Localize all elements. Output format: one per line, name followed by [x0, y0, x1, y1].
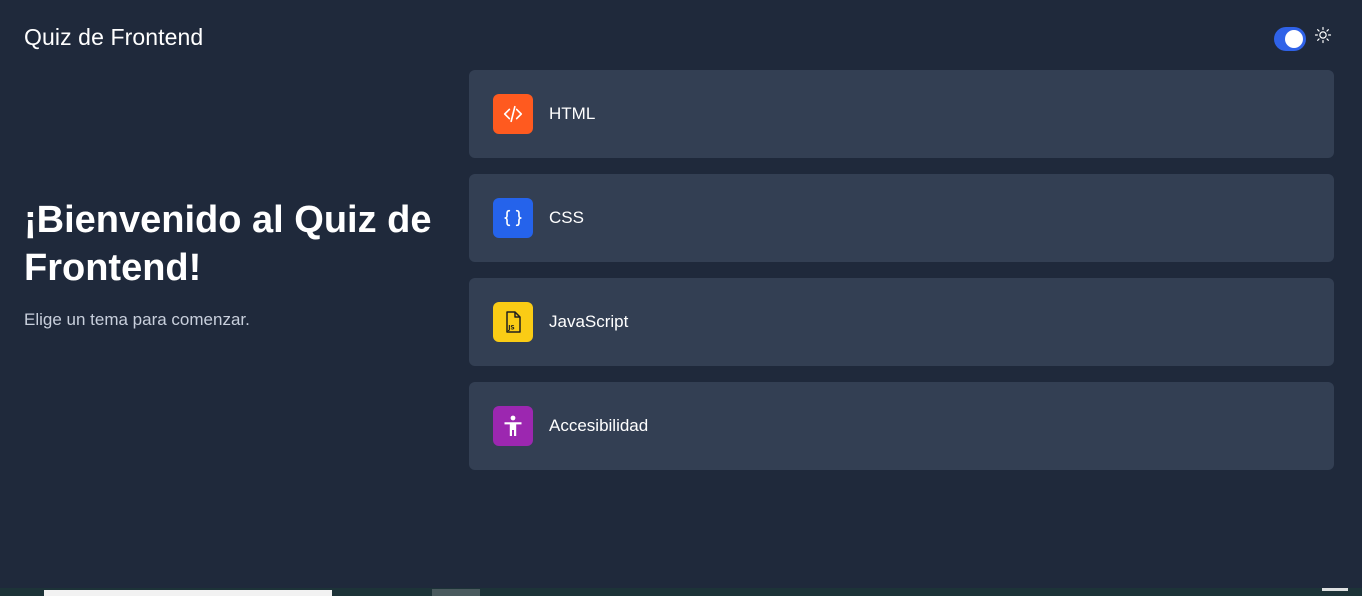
site-title: Quiz de Frontend	[24, 24, 204, 50]
code-icon	[493, 94, 533, 134]
taskbar	[0, 588, 1362, 596]
topic-card-html[interactable]: HTML	[469, 70, 1334, 158]
topic-card-css[interactable]: CSS	[469, 174, 1334, 262]
topic-card-accesibilidad[interactable]: Accesibilidad	[469, 382, 1334, 470]
hero-subtitle: Elige un tema para comenzar.	[24, 310, 250, 329]
topic-label: HTML	[549, 104, 596, 123]
theme-toggle[interactable]	[1274, 27, 1306, 51]
theme-toggle-knob	[1285, 30, 1303, 48]
taskbar-clock	[1322, 588, 1348, 591]
taskbar-app-button[interactable]	[432, 589, 480, 596]
accessibility-icon	[493, 406, 533, 446]
taskbar-search[interactable]	[44, 590, 332, 596]
hero: ¡Bienvenido al Quiz de Frontend! Elige u…	[24, 196, 444, 330]
js-file-icon: JS	[493, 302, 533, 342]
topic-label: Accesibilidad	[549, 416, 649, 435]
topic-list: HTML CSS JS JavaScript Accesibilidad	[469, 70, 1334, 486]
topic-card-javascript[interactable]: JS JavaScript	[469, 278, 1334, 366]
sun-icon	[1314, 26, 1332, 44]
hero-title: ¡Bienvenido al Quiz de Frontend!	[24, 199, 432, 289]
quiz-app: Quiz de Frontend ¡Bienvenido al Quiz de …	[0, 0, 1362, 596]
braces-icon	[493, 198, 533, 238]
topic-label: JavaScript	[549, 312, 629, 331]
theme-controls	[1274, 26, 1332, 51]
topic-label: CSS	[549, 208, 584, 227]
svg-text:JS: JS	[507, 325, 515, 332]
